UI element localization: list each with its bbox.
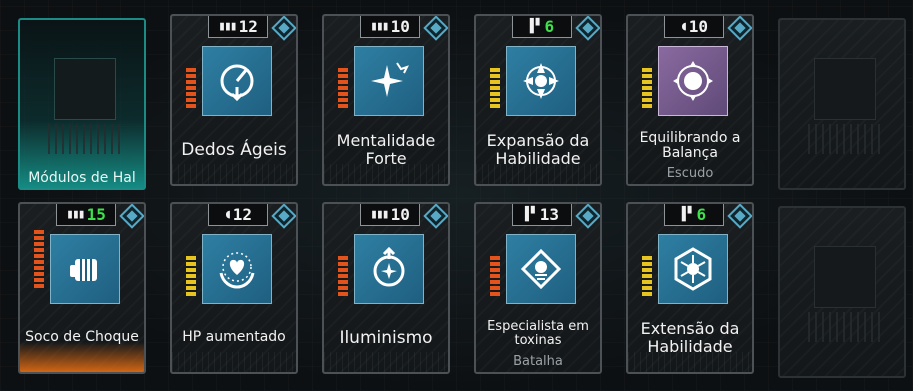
module-card[interactable]: ▌▘ 6 Expansão da Habilidade [474, 14, 602, 186]
sparkle-icon [354, 46, 424, 116]
cost-badge: ▌▘ 13 [512, 204, 572, 226]
cpu-icon: ▌▘ [529, 18, 544, 34]
rarity-diamond-icon [423, 16, 448, 41]
toxin-icon [506, 234, 576, 304]
module-card[interactable]: ▮▮▮ 10 Mentalidade Forte [322, 14, 450, 186]
cpu-icon: ▌▘ [525, 206, 539, 222]
module-card[interactable]: ▌▘ 6 Extensão da Habilidade [626, 202, 754, 374]
level-bars [642, 68, 652, 110]
rarity-diamond-icon [423, 204, 448, 229]
illumination-icon [354, 234, 424, 304]
card-name: Soco de Choque [25, 329, 139, 346]
rarity-diamond-icon [575, 16, 600, 41]
hal-module-slot[interactable]: Módulos de Hal [18, 18, 146, 190]
empty-module-slot[interactable] [778, 18, 906, 190]
finger-dial-icon [202, 46, 272, 116]
memory-icon: ▮▮▮ [66, 206, 86, 222]
rarity-diamond-icon [727, 16, 752, 41]
rarity-diamond-icon [271, 16, 296, 41]
rarity-diamond-icon [727, 204, 752, 229]
memory-icon: ▮▮▮ [218, 18, 238, 34]
memory-icon: ▮▮▮ [370, 206, 390, 222]
heart-hands-icon [202, 234, 272, 304]
cost-badge: ▌▘ 6 [664, 204, 724, 226]
module-card[interactable]: ▌▘ 13 Especialista em toxinas Batalha [474, 202, 602, 374]
empty-chip-icon [814, 246, 876, 308]
level-bars [490, 256, 500, 298]
hex-extension-icon [658, 234, 728, 304]
cost-badge: ▮▮▮ 10 [360, 16, 420, 38]
card-name: Especialista em toxinas [487, 318, 589, 348]
slot-label: Módulos de Hal [28, 170, 136, 186]
level-bars [186, 68, 196, 110]
memory-icon: ▮▮▮ [370, 18, 390, 34]
empty-chip-icon [814, 58, 876, 120]
module-grid: Módulos de Hal ▮▮▮ 12 Dedos Ágeis ▮▮▮ 10 M… [0, 0, 913, 391]
cpu-icon: ▌▘ [681, 206, 696, 222]
module-card[interactable]: ▮▮▮ 10 Iluminismo [322, 202, 450, 374]
module-card[interactable]: ◖ 10 Equilibrando a Balança Escudo [626, 14, 754, 186]
cost-badge: ▮▮▮ 12 [208, 16, 268, 38]
level-bars [490, 68, 500, 110]
expand-crosshair-icon [506, 46, 576, 116]
cost-badge: ◖ 12 [208, 204, 268, 226]
level-bars [186, 256, 196, 298]
category-tag: Escudo [666, 166, 714, 181]
module-card[interactable]: ▮▮▮ 15 Soco de Choque [18, 202, 146, 374]
cost-badge: ▌▘ 6 [512, 16, 572, 38]
rarity-diamond-icon [119, 204, 144, 229]
balance-orb-icon [658, 46, 728, 116]
core-icon: ◖ [223, 206, 232, 222]
fist-icon [50, 234, 120, 304]
module-card[interactable]: ▮▮▮ 12 Dedos Ágeis [170, 14, 298, 186]
level-bars [642, 256, 652, 298]
level-bars [34, 230, 44, 290]
core-icon: ◖ [679, 18, 688, 34]
empty-chip-icon [54, 58, 116, 120]
rarity-diamond-icon [575, 204, 600, 229]
empty-module-slot[interactable] [778, 206, 906, 378]
level-bars [338, 256, 348, 298]
card-name: Equilibrando a Balança [639, 129, 741, 161]
module-card[interactable]: ◖ 12 HP aumentado [170, 202, 298, 374]
cost-badge: ◖ 10 [664, 16, 724, 38]
cost-badge: ▮▮▮ 15 [56, 204, 116, 226]
level-bars [338, 68, 348, 110]
rarity-diamond-icon [271, 204, 296, 229]
category-tag: Batalha [513, 354, 563, 369]
cost-badge: ▮▮▮ 10 [360, 204, 420, 226]
